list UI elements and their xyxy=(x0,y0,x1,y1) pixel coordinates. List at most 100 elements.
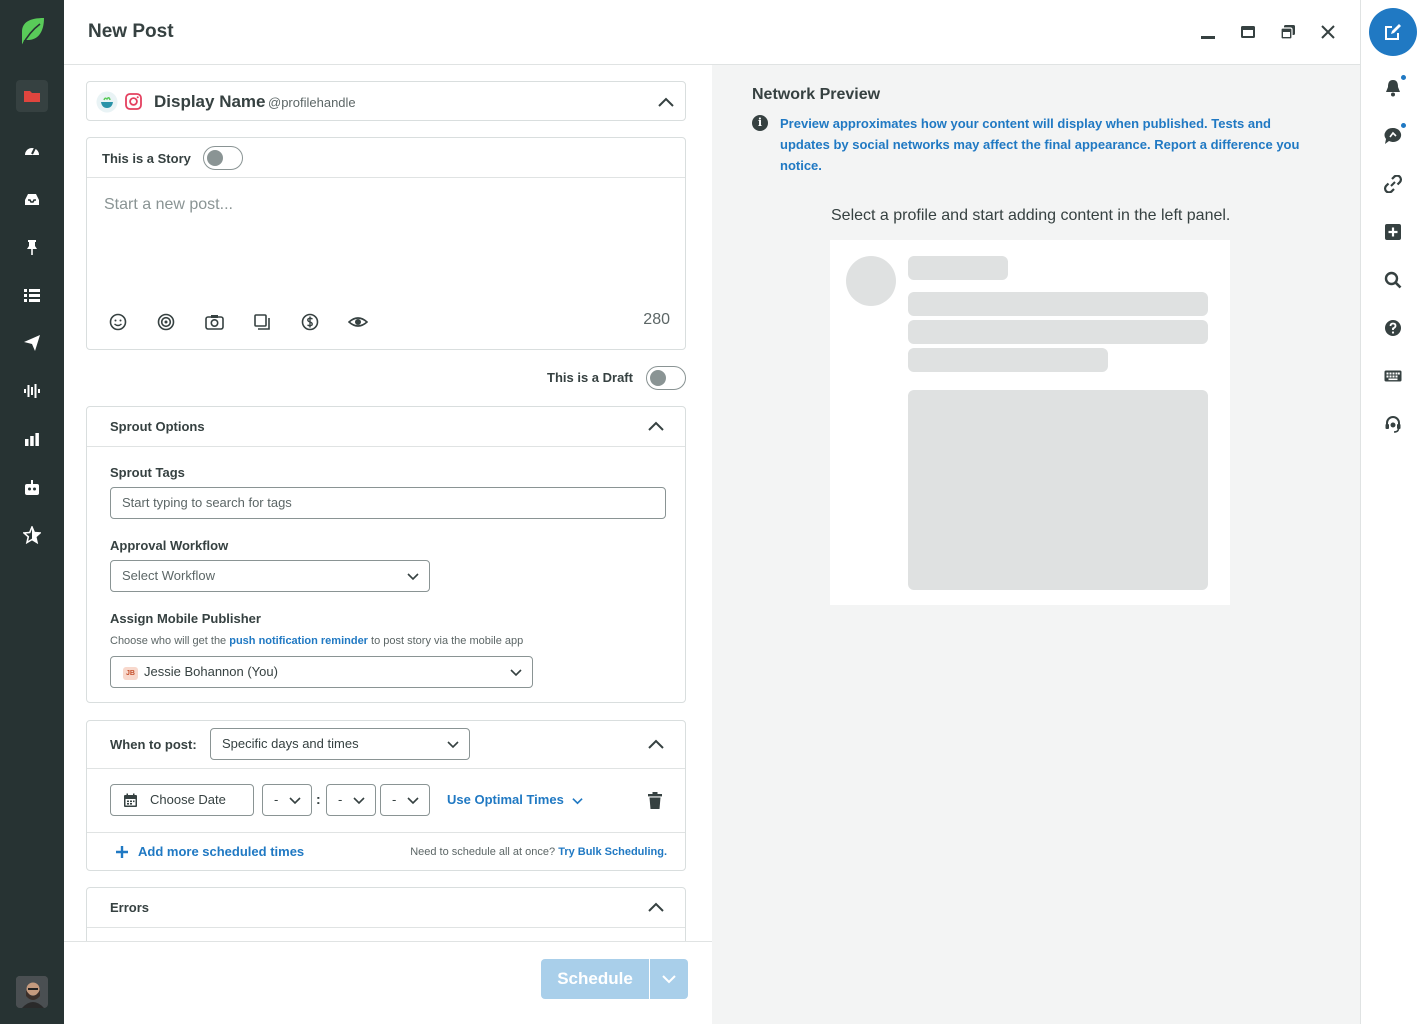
left-navigation xyxy=(0,0,64,1024)
nav-send[interactable] xyxy=(16,327,48,359)
close-icon xyxy=(1321,25,1335,39)
chevron-up-icon[interactable] xyxy=(647,900,665,914)
sprout-tags-input[interactable]: Start typing to search for tags xyxy=(110,487,666,519)
when-to-post-value: Specific days and times xyxy=(222,736,359,751)
sprout-options-header[interactable]: Sprout Options xyxy=(87,407,685,447)
preview-skeleton-card xyxy=(830,240,1230,605)
skeleton-line xyxy=(908,292,1208,316)
schedule-options-button[interactable] xyxy=(650,959,688,999)
calendar-icon xyxy=(124,793,137,807)
page-title: New Post xyxy=(88,21,174,42)
media-library-button[interactable] xyxy=(252,312,272,332)
minimize-icon xyxy=(1201,36,1215,39)
sprout-logo-icon[interactable] xyxy=(18,16,46,48)
when-to-post-header: When to post: Specific days and times xyxy=(87,721,685,769)
emoji-button[interactable] xyxy=(108,312,128,332)
hour-select[interactable]: - xyxy=(262,784,312,816)
chevron-down-icon xyxy=(407,573,419,581)
popout-button[interactable] xyxy=(1276,20,1300,44)
network-preview-title: Network Preview xyxy=(752,86,881,103)
add-photo-button[interactable] xyxy=(204,312,224,332)
time-separator: : xyxy=(316,791,321,807)
link-button[interactable] xyxy=(1381,172,1405,196)
skeleton-avatar xyxy=(846,256,896,306)
dollar-icon xyxy=(301,313,319,331)
dock-button[interactable] xyxy=(1236,20,1260,44)
scheduled-time-row: Choose Date - : - - Use Optimal Times xyxy=(87,769,685,833)
nav-reports[interactable] xyxy=(16,423,48,455)
nav-reviews[interactable] xyxy=(16,519,48,551)
chevron-up-icon[interactable] xyxy=(647,419,665,433)
trash-icon[interactable] xyxy=(648,792,662,809)
draft-label: This is a Draft xyxy=(547,370,633,385)
promote-button[interactable] xyxy=(300,312,320,332)
push-notification-link[interactable]: push notification reminder xyxy=(229,635,368,647)
listening-icon xyxy=(24,384,40,398)
user-avatar[interactable] xyxy=(16,976,48,1008)
nav-inbox[interactable] xyxy=(16,183,48,215)
add-more-scheduled-times-button[interactable]: Add more scheduled times xyxy=(138,844,304,859)
profile-handle: @profilehandle xyxy=(268,95,356,110)
list-icon xyxy=(24,289,40,302)
approval-workflow-label: Approval Workflow xyxy=(110,538,229,553)
compose-footer: Schedule xyxy=(64,941,712,1024)
approval-workflow-select[interactable]: Select Workflow xyxy=(110,560,430,592)
choose-date-text: Choose Date xyxy=(150,792,226,807)
skeleton-media xyxy=(908,390,1208,590)
mobile-publisher-select[interactable]: JB Jessie Bohannon (You) xyxy=(110,656,533,688)
nav-publishing[interactable] xyxy=(16,279,48,311)
info-icon: i xyxy=(752,115,768,131)
target-icon xyxy=(157,313,175,331)
chevron-down-icon xyxy=(289,797,301,805)
preview-button[interactable] xyxy=(348,312,368,332)
story-toggle[interactable] xyxy=(203,146,243,170)
schedule-button[interactable]: Schedule xyxy=(541,959,649,999)
use-optimal-times-button[interactable]: Use Optimal Times xyxy=(447,792,584,807)
dock-icon xyxy=(1241,26,1255,38)
compose-button[interactable] xyxy=(1369,8,1417,56)
nav-bots[interactable] xyxy=(16,472,48,504)
search-button[interactable] xyxy=(1381,268,1405,292)
when-to-post-select[interactable]: Specific days and times xyxy=(210,728,470,760)
chevron-down-icon xyxy=(662,975,676,984)
notifications-button[interactable] xyxy=(1381,74,1407,100)
folder-icon xyxy=(24,91,40,102)
camera-icon xyxy=(204,315,224,330)
bell-icon xyxy=(1386,80,1400,97)
nav-dashboard[interactable] xyxy=(16,135,48,167)
preview-disclaimer[interactable]: Preview approximates how your content wi… xyxy=(780,113,1320,176)
messages-icon xyxy=(1384,127,1402,144)
targeting-button[interactable] xyxy=(156,312,176,332)
minute-select[interactable]: - xyxy=(326,784,376,816)
errors-header[interactable]: Errors xyxy=(87,888,685,928)
notification-dot xyxy=(1400,122,1407,129)
profile-avatar-icon xyxy=(96,91,118,113)
choose-date-input[interactable]: Choose Date xyxy=(110,784,254,816)
nav-tasks[interactable] xyxy=(16,231,48,263)
notification-dot xyxy=(1400,74,1407,81)
user-portrait-icon xyxy=(16,976,48,1008)
skeleton-line xyxy=(908,320,1208,344)
bulk-scheduling-hint: Need to schedule all at once? Try Bulk S… xyxy=(410,846,667,858)
add-button[interactable] xyxy=(1381,220,1405,244)
mobile-publisher-hint: Choose who will get the push notificatio… xyxy=(110,635,524,647)
nav-messages-folder[interactable] xyxy=(16,80,48,112)
chevron-up-icon[interactable] xyxy=(657,95,675,109)
minimize-button[interactable] xyxy=(1196,20,1220,44)
messages-button[interactable] xyxy=(1381,122,1407,148)
emoji-icon xyxy=(109,313,127,331)
draft-toggle[interactable] xyxy=(646,366,686,390)
support-button[interactable] xyxy=(1381,412,1405,436)
bot-icon xyxy=(25,480,39,495)
post-textarea[interactable]: Start a new post... xyxy=(104,196,233,214)
help-button[interactable] xyxy=(1381,316,1405,340)
inbox-icon xyxy=(25,194,39,205)
profile-selector[interactable]: Display Name @profilehandle xyxy=(86,81,686,121)
preview-empty-message: Select a profile and start adding conten… xyxy=(831,207,1231,224)
ampm-select[interactable]: - xyxy=(380,784,430,816)
keyboard-shortcuts-button[interactable] xyxy=(1381,364,1405,388)
chevron-up-icon[interactable] xyxy=(647,737,665,751)
nav-listening[interactable] xyxy=(16,375,48,407)
close-button[interactable] xyxy=(1316,20,1340,44)
bulk-scheduling-link[interactable]: Try Bulk Scheduling. xyxy=(558,846,667,858)
